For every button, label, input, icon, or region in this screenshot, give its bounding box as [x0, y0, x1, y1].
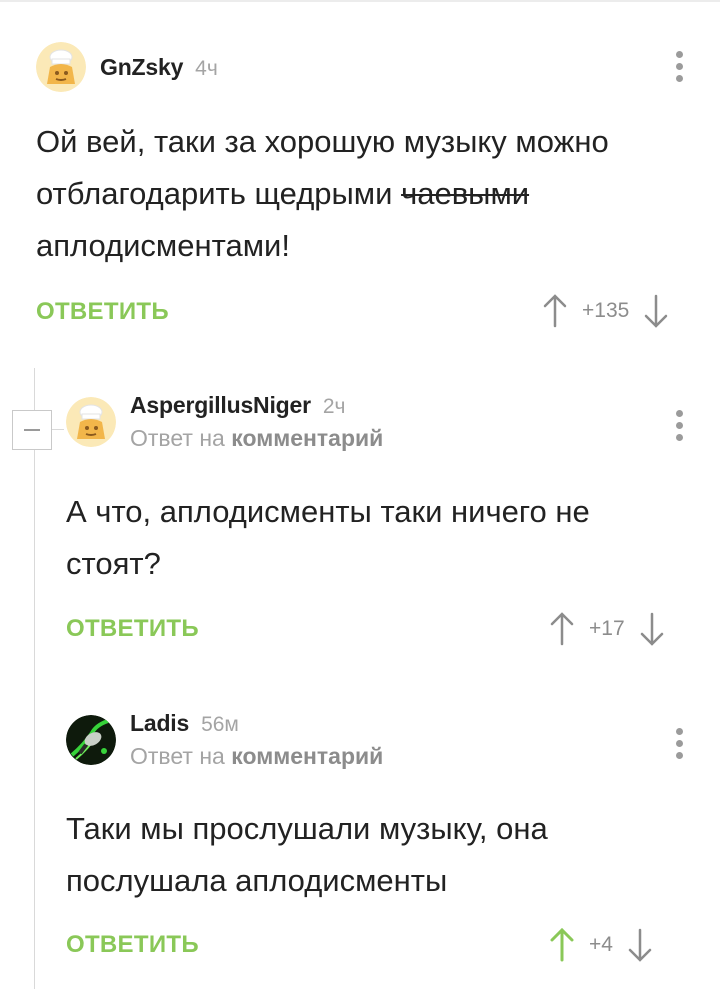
comment-header: AspergillusNiger 2ч Ответ на комментарий	[66, 392, 383, 452]
comment-header: GnZsky 4ч	[36, 42, 218, 92]
arrow-down-icon[interactable]	[637, 611, 667, 647]
collapse-minus-icon[interactable]	[12, 410, 52, 450]
comment-text: Таки мы прослушали музыку, она послушала…	[66, 811, 548, 898]
author-name[interactable]: GnZsky	[100, 54, 183, 81]
vote-box: +135	[540, 293, 671, 329]
score: +17	[589, 617, 625, 640]
reply-to-line: Ответ на комментарий	[130, 425, 384, 451]
reply-to-link[interactable]: комментарий	[231, 425, 383, 451]
comment-time: 2ч	[322, 395, 346, 418]
thread-connector	[52, 429, 64, 430]
author-name[interactable]: AspergillusNiger	[130, 392, 311, 419]
arrow-up-icon[interactable]	[547, 611, 577, 647]
comment-text: А что, аплодисменты таки ничего не стоят…	[66, 494, 590, 581]
more-vertical-icon[interactable]	[667, 410, 691, 441]
more-vertical-icon[interactable]	[667, 728, 691, 759]
top-divider	[0, 0, 720, 2]
arrow-up-icon[interactable]	[540, 293, 570, 329]
score: +135	[582, 299, 630, 322]
reply-button[interactable]: ОТВЕТИТЬ	[36, 298, 169, 326]
comment-time: 56м	[201, 713, 239, 736]
thread-line	[34, 368, 35, 989]
strikethrough-text: чаевыми	[401, 176, 530, 211]
arrow-down-icon[interactable]	[641, 293, 671, 329]
comment-header: Ladis 56м Ответ на комментарий	[66, 710, 383, 770]
reply-to-link[interactable]: комментарий	[231, 743, 383, 769]
vote-box: +17	[547, 611, 667, 647]
author-name[interactable]: Ladis	[130, 710, 189, 737]
vote-box: +4	[547, 927, 655, 963]
dark-green-avatar-icon[interactable]	[66, 715, 116, 765]
arrow-down-icon[interactable]	[625, 927, 655, 963]
more-vertical-icon[interactable]	[667, 51, 691, 82]
reply-button[interactable]: ОТВЕТИТЬ	[66, 931, 199, 959]
comment-text: Ой вей, таки за хорошую музыку можно отб…	[36, 124, 609, 263]
chef-avatar-icon[interactable]	[66, 397, 116, 447]
reply-button[interactable]: ОТВЕТИТЬ	[66, 615, 199, 643]
score: +4	[589, 933, 613, 956]
comment-time: 4ч	[195, 56, 218, 80]
chef-avatar-icon[interactable]	[36, 42, 86, 92]
arrow-up-icon[interactable]	[547, 927, 577, 963]
reply-to-line: Ответ на комментарий	[130, 743, 384, 769]
